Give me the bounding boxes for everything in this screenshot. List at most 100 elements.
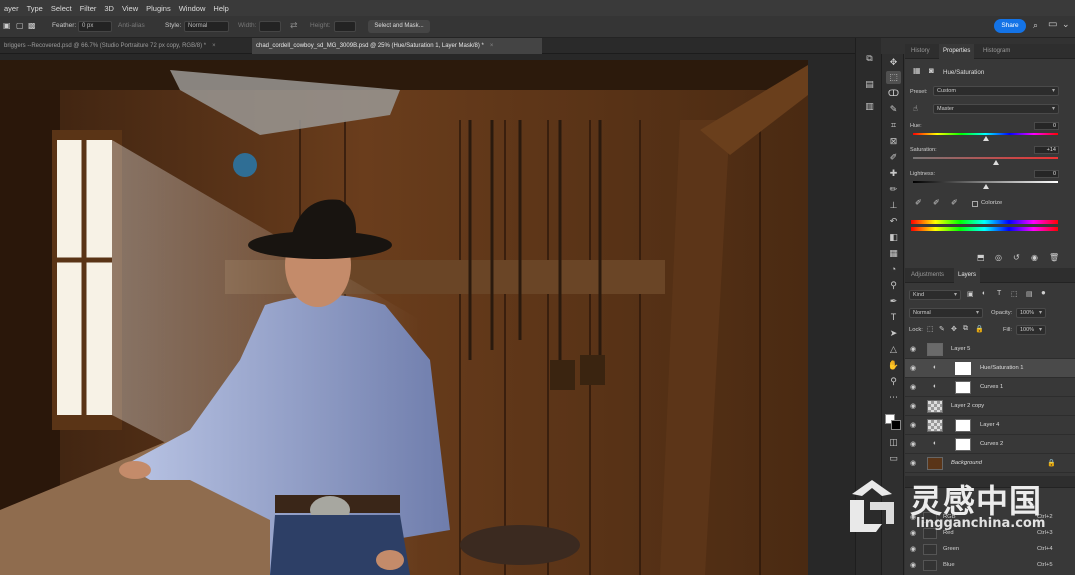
- view-previous-icon[interactable]: ◎: [995, 253, 1002, 262]
- pen-tool-icon[interactable]: ✒: [886, 295, 901, 308]
- frame-tool-icon[interactable]: ⊠: [886, 135, 901, 148]
- channel-select[interactable]: Master: [933, 104, 1059, 114]
- filter-adjust-icon[interactable]: ◐: [982, 290, 986, 297]
- brush-tool-icon[interactable]: ✏: [886, 183, 901, 196]
- dodge-tool-icon[interactable]: ⚲: [886, 279, 901, 292]
- lasso-tool-icon[interactable]: ↀ: [886, 87, 901, 100]
- lock-all-icon[interactable]: 🔒: [975, 325, 984, 333]
- quick-mask-icon[interactable]: ◫: [886, 436, 901, 449]
- eye-icon[interactable]: ◉: [910, 440, 916, 448]
- stamp-tool-icon[interactable]: ⊥: [886, 199, 901, 212]
- tab-cowboy[interactable]: chad_cordell_cowboy_sd_MG_3009B.psd @ 25…: [252, 38, 542, 54]
- canvas-area[interactable]: [0, 54, 855, 575]
- shape-tool-icon[interactable]: △: [886, 343, 901, 356]
- eye-icon[interactable]: ◉: [910, 364, 916, 372]
- antialias-checkbox[interactable]: Anti-alias: [118, 22, 145, 29]
- lightness-slider-track[interactable]: [913, 181, 1058, 183]
- menu-select[interactable]: Select: [47, 4, 76, 13]
- select-and-mask-button[interactable]: Select and Mask...: [368, 20, 430, 33]
- layer-row[interactable]: ◉ ◐ Curves 2: [905, 435, 1075, 454]
- more-tools-icon[interactable]: ⋯: [886, 391, 901, 404]
- hue-slider-track[interactable]: [913, 133, 1058, 135]
- layer-row[interactable]: ◉ Background 🔒: [905, 454, 1075, 473]
- trash-icon[interactable]: 🗑: [1049, 253, 1059, 262]
- move-tool-icon[interactable]: ✥: [886, 56, 901, 69]
- layer-comps-icon[interactable]: ⧉: [862, 52, 877, 65]
- preset-select[interactable]: Custom: [933, 86, 1059, 96]
- height-input[interactable]: [334, 21, 356, 32]
- layer-mask-thumbnail[interactable]: [955, 438, 971, 451]
- blend-mode-select[interactable]: Normal: [909, 308, 983, 318]
- intersect-selection-icon[interactable]: ▩: [28, 21, 36, 30]
- clip-to-layer-icon[interactable]: ⬒: [977, 253, 985, 262]
- filter-type-icon[interactable]: T: [997, 290, 1001, 297]
- layer-mask-thumbnail[interactable]: [955, 381, 971, 394]
- menu-window[interactable]: Window: [175, 4, 210, 13]
- eyedropper-plus-icon[interactable]: ✐: [933, 198, 940, 207]
- eyedropper-icon[interactable]: ✐: [915, 198, 922, 207]
- path-select-icon[interactable]: ➤: [886, 327, 901, 340]
- filter-shape-icon[interactable]: ⬚: [1011, 290, 1018, 298]
- filter-smart-icon[interactable]: ▤: [1026, 290, 1033, 298]
- quick-select-icon[interactable]: ✎: [886, 103, 901, 116]
- tab-properties[interactable]: Properties: [939, 44, 975, 59]
- menu-filter[interactable]: Filter: [76, 4, 101, 13]
- layer-row[interactable]: ◉ Layer 5: [905, 340, 1075, 359]
- eye-icon[interactable]: ◉: [910, 421, 916, 429]
- lock-pixels-icon[interactable]: ⬚: [927, 325, 934, 333]
- saturation-slider-thumb[interactable]: [992, 160, 999, 165]
- saturation-value[interactable]: +14: [1034, 146, 1059, 154]
- layer-mask-thumbnail[interactable]: [955, 362, 971, 375]
- visibility-icon[interactable]: ◉: [1031, 253, 1038, 262]
- history-brush-icon[interactable]: ↶: [886, 215, 901, 228]
- chevron-down-icon[interactable]: ⌄: [1062, 19, 1070, 30]
- saturation-slider-track[interactable]: [913, 157, 1058, 159]
- eye-icon[interactable]: ◉: [910, 402, 916, 410]
- width-input[interactable]: [259, 21, 281, 32]
- menu-view[interactable]: View: [118, 4, 142, 13]
- lock-position-icon[interactable]: ✥: [951, 325, 957, 333]
- tab-history[interactable]: History: [907, 44, 934, 59]
- layer-row[interactable]: ◉ Layer 4: [905, 416, 1075, 435]
- tab-briggers[interactable]: briggers --Recovered.psd @ 66.7% (Studio…: [0, 38, 250, 54]
- eye-icon[interactable]: ◉: [910, 383, 916, 391]
- hand-tool-icon[interactable]: ✋: [886, 359, 901, 372]
- layer-filter-select[interactable]: Kind: [909, 290, 961, 300]
- close-icon[interactable]: ×: [212, 43, 216, 49]
- channels-icon[interactable]: ▤: [862, 78, 877, 91]
- new-selection-icon[interactable]: ▣: [3, 21, 11, 30]
- opacity-input[interactable]: 100%: [1016, 308, 1046, 318]
- reset-icon[interactable]: ↺: [1013, 253, 1020, 262]
- layer-mask-thumbnail[interactable]: [955, 419, 971, 432]
- menu-layer[interactable]: ayer: [0, 4, 23, 13]
- colorize-checkbox[interactable]: [972, 201, 978, 207]
- lock-icon[interactable]: 🔒: [1047, 459, 1056, 467]
- background-color-swatch[interactable]: [891, 420, 901, 430]
- crop-tool-icon[interactable]: ⌗: [886, 119, 901, 132]
- workspace-icon[interactable]: ▭: [1048, 19, 1057, 30]
- layer-row[interactable]: ◉ ◐ Hue/Saturation 1: [905, 359, 1075, 378]
- layer-row[interactable]: ◉ ◐ Curves 1: [905, 378, 1075, 397]
- gradient-tool-icon[interactable]: ▦: [886, 247, 901, 260]
- feather-input[interactable]: 0 px: [78, 21, 112, 32]
- lightness-slider-thumb[interactable]: [982, 184, 989, 189]
- menu-plugins[interactable]: Plugins: [142, 4, 175, 13]
- layer-row[interactable]: ◉ Layer 2 copy: [905, 397, 1075, 416]
- eye-icon[interactable]: ◉: [910, 561, 916, 569]
- close-icon[interactable]: ×: [490, 43, 494, 49]
- target-adjust-icon[interactable]: ☝: [913, 104, 918, 113]
- tab-adjustments[interactable]: Adjustments: [907, 268, 948, 283]
- style-select[interactable]: Normal: [184, 21, 229, 32]
- filter-pixel-icon[interactable]: ▣: [967, 290, 974, 298]
- add-selection-icon[interactable]: ▢: [16, 21, 24, 30]
- hue-slider-thumb[interactable]: [982, 136, 989, 141]
- eye-icon[interactable]: ◉: [910, 459, 916, 467]
- eraser-tool-icon[interactable]: ◧: [886, 231, 901, 244]
- eyedropper-minus-icon[interactable]: ✐: [951, 198, 958, 207]
- lock-paint-icon[interactable]: ✎: [939, 325, 945, 333]
- menu-help[interactable]: Help: [209, 4, 232, 13]
- marquee-tool-icon[interactable]: ⬚: [886, 71, 901, 84]
- type-tool-icon[interactable]: T: [886, 311, 901, 324]
- blur-tool-icon[interactable]: ◔: [886, 263, 901, 276]
- fill-input[interactable]: 100%: [1016, 325, 1046, 335]
